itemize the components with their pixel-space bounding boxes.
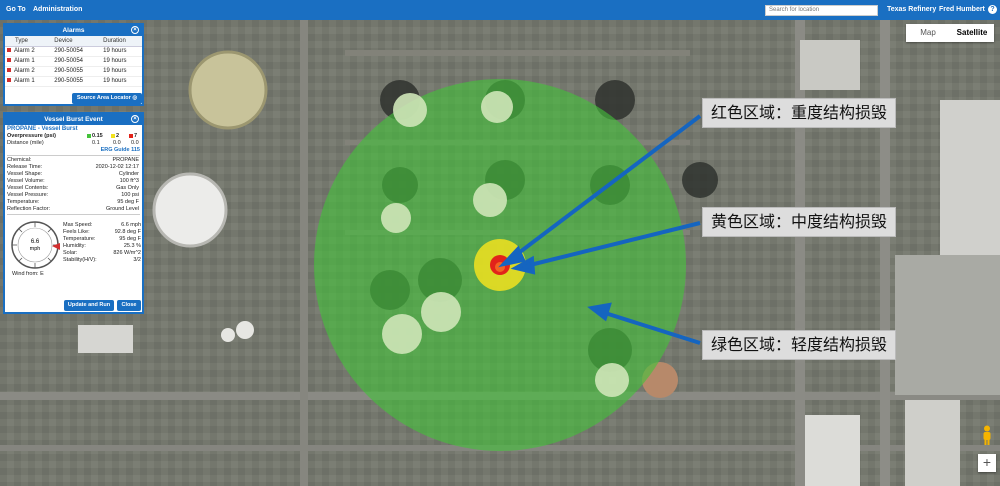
alarm-duration: 19 hours [101,46,142,57]
map-type-satellite[interactable]: Satellite [950,24,994,42]
close-button[interactable]: Close [117,300,141,311]
alarm-type: Alarm 1 [14,78,35,84]
street-view-icon[interactable] [981,425,993,445]
column-header-duration[interactable]: Duration [101,36,142,47]
close-icon[interactable]: × [131,26,139,34]
table-row[interactable]: Alarm 1 290-50054 19 hours [5,56,142,67]
storage-tank [221,328,235,342]
distance-green: 0.1 [92,140,100,146]
alarm-device: 290-50055 [52,66,102,77]
event-details: Chemical: PROPANE Release Time: 2020-12-02… [7,157,140,212]
building [940,100,1000,260]
overpressure-label: Overpressure (psi) [7,133,56,139]
update-and-run-button[interactable]: Update and Run [64,300,114,311]
distance-yellow: 0.0 [113,140,121,146]
help-icon[interactable]: ? [988,5,997,14]
column-header-type[interactable]: Type [5,36,53,47]
solar-value: 826 W/m^2 [113,250,141,256]
feels-like-value: 92.8 deg F [114,229,141,235]
map-type-map[interactable]: Map [906,24,950,42]
reflection-factor-value: Ground Level [105,206,139,212]
table-row[interactable]: Alarm 2 290-50055 19 hours [5,66,142,77]
event-subtitle: PROPANE - Vessel Burst [7,126,78,132]
building [78,325,133,353]
vessel-contents-value: Gas Only [116,185,139,191]
callout-yellow-zone: 黄色区域：中度结构损毁 [702,207,897,237]
map-type-toggle: Map Satellite [906,24,994,42]
source-area-locator-button[interactable]: Source Area Locator ◎ [72,93,142,104]
vessel-panel-title: Vessel Burst Event × [5,114,142,125]
table-row[interactable]: Alarm 1 290-50055 19 hours [5,76,142,87]
target-icon: ◎ [132,95,138,101]
release-time-value: 2020-12-02 12:17 [95,164,139,170]
callout-green-zone: 绿色区域：轻度结构损毁 [702,330,897,360]
alarms-panel-title: Alarms × [5,25,142,36]
max-speed-value: 6.6 mph [121,222,141,228]
menu-administration[interactable]: Administration [33,6,82,13]
humidity-value: 25.3 % [123,243,141,249]
weather-temperature-value: 95 deg F [119,236,141,242]
wind-unit: mph [30,246,41,252]
alarm-duration: 19 hours [101,66,142,77]
alarms-title: Alarms [62,27,85,34]
alarm-type: Alarm 1 [14,58,35,64]
storage-tank [236,321,254,339]
wind-from-label: Wind from: E [12,271,44,277]
table-row[interactable]: Alarm 2 290-50054 19 hours [5,46,142,57]
alarm-status-icon [7,48,11,53]
menu-goto[interactable]: Go To [6,6,26,13]
alarm-status-icon [7,58,11,63]
vessel-volume-value: 100 ft^3 [119,178,139,184]
alarm-type: Alarm 2 [14,48,35,54]
map-imagery [0,20,1000,486]
alarm-type: Alarm 2 [14,68,35,74]
storage-tank [152,172,228,248]
building [895,255,1000,395]
distance-red: 0.0 [131,140,139,146]
erg-guide-link[interactable]: ERG Guide 115 [101,147,140,153]
threshold-red: 7 [129,133,137,140]
alarm-device: 290-50054 [52,46,102,57]
user-name[interactable]: Fred Humbert [939,6,985,13]
search-input[interactable]: Search for location [765,5,878,16]
distance-label: Distance (mile) [7,140,44,146]
alarm-duration: 19 hours [101,56,142,67]
alarm-device: 290-50054 [52,56,102,67]
temperature-value: 95 deg F [117,199,139,205]
vessel-title: Vessel Burst Event [44,116,103,123]
building [905,400,960,486]
storage-tank [188,50,268,130]
satellite-map[interactable] [0,20,1000,486]
alarm-device: 290-50055 [52,76,102,87]
vessel-burst-panel: Vessel Burst Event × PROPANE - Vessel Bu… [3,112,144,314]
vessel-shape-value: Cylinder [118,171,139,177]
wind-compass: 6.6 mph [11,221,60,269]
vessel-pressure-value: 100 psi [121,192,139,198]
alarm-status-icon [7,78,11,83]
column-header-device[interactable]: Device [52,36,102,47]
building [800,40,860,90]
close-icon[interactable]: × [131,115,139,123]
callout-red-zone: 红色区域：重度结构损毁 [702,98,897,128]
alarm-duration: 19 hours [101,76,142,87]
chemical-value: PROPANE [112,157,140,163]
stability-value: 3/2 [133,257,141,263]
building [805,415,860,486]
alarms-table: Type Device Duration Alarm 2 290-50054 19 … [5,36,142,87]
threshold-green: 0.15 [87,133,103,140]
threshold-yellow: 2 [111,133,119,140]
source-area-locator-label: Source Area Locator [76,95,131,101]
alarms-panel: Alarms × Type Device Duration Alarm 2 290… [3,23,144,106]
top-bar: Go To Administration Search for location… [0,0,1000,20]
wind-speed: 6.6 [31,239,40,245]
alarm-status-icon [7,68,11,73]
plus-icon[interactable]: + [978,454,996,472]
site-name[interactable]: Texas Refinery [887,6,936,13]
